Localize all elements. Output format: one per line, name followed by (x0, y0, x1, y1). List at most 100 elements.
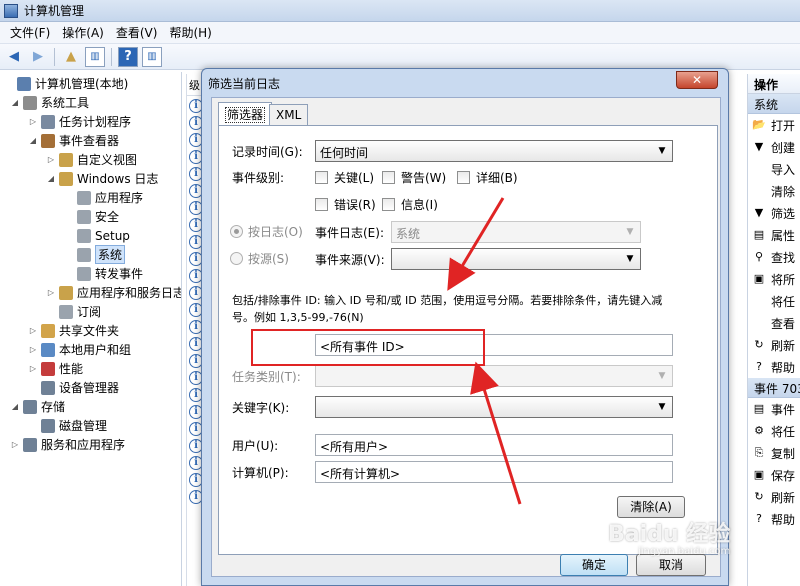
help-icon[interactable]: ? (118, 46, 138, 67)
action-item[interactable]: ▤ 属性 (748, 224, 800, 246)
menu-view[interactable]: 查看(V) (110, 22, 164, 43)
tree-expander-icon[interactable]: ▷ (28, 345, 38, 354)
tree-item[interactable]: 设备管理器 (28, 378, 119, 397)
tree-expander-icon[interactable]: ◢ (10, 402, 20, 411)
action-item[interactable]: 📂 打开 (748, 114, 800, 136)
tree-expander-icon[interactable]: ◢ (46, 174, 56, 183)
tree-expander-icon[interactable]: ▷ (46, 155, 56, 164)
keywords-dropdown[interactable]: ▼ (315, 396, 673, 418)
action-item[interactable]: 将任 (748, 290, 800, 312)
tree-item[interactable]: 安全 (64, 207, 119, 226)
action-item[interactable]: ▼ 创建 (748, 136, 800, 158)
action-section-system[interactable]: 系统 (748, 94, 800, 114)
action-item[interactable]: ? 帮助 (748, 356, 800, 378)
action-item[interactable]: ↻ 刷新 (748, 334, 800, 356)
tab-filter[interactable]: 筛选器 (218, 102, 273, 125)
ok-button[interactable]: 确定 (560, 554, 628, 576)
tree-item[interactable]: 计算机管理(本地) (4, 74, 128, 93)
tree-node-icon (41, 323, 55, 338)
checkbox-critical[interactable]: 关键(L) (315, 169, 374, 186)
show-hide-tree-icon[interactable]: ▥ (85, 46, 105, 67)
tree-expander-icon[interactable]: ▷ (46, 288, 56, 297)
computer-input[interactable]: <所有计算机> (315, 461, 673, 483)
tree-item[interactable]: Setup (64, 226, 130, 245)
show-hide-action-pane-icon[interactable]: ▥ (142, 46, 162, 67)
clear-button[interactable]: 清除(A) (617, 496, 685, 518)
action-item[interactable]: ↻ 刷新 (748, 486, 800, 508)
menu-file[interactable]: 文件(F) (4, 22, 56, 43)
action-icon: ⎘ (754, 446, 764, 459)
checkbox-warning[interactable]: 警告(W) (382, 169, 446, 186)
action-item[interactable]: ▣ 保存 (748, 464, 800, 486)
radio-by-source[interactable]: 按源(S) (230, 250, 289, 267)
toolbar-separator (54, 47, 55, 66)
window-titlebar: 计算机管理 (0, 0, 800, 22)
task-category-dropdown[interactable]: ▼ (315, 365, 673, 387)
tree-item[interactable]: 转发事件 (64, 264, 143, 283)
tree-item[interactable]: ◢ 系统工具 (10, 93, 89, 112)
tree-item[interactable]: ▷ 自定义视图 (46, 150, 137, 169)
tree-expander-icon[interactable]: ◢ (28, 136, 38, 145)
checkbox-verbose[interactable]: 详细(B) (457, 169, 518, 186)
tree-item[interactable]: 系统 (64, 245, 126, 264)
action-icon: ▣ (753, 468, 765, 481)
action-section-event[interactable]: 事件 703 (748, 378, 800, 398)
event-sources-dropdown[interactable]: ▼ (391, 248, 641, 270)
action-item[interactable]: ▤ 事件 (748, 398, 800, 420)
checkbox-information[interactable]: 信息(I) (382, 196, 438, 213)
tree-item[interactable]: ◢ 事件查看器 (28, 131, 119, 150)
task-category-label: 任务类别(T): (232, 370, 301, 384)
action-item[interactable]: ⚲ 查找 (748, 246, 800, 268)
tree-expander-icon[interactable]: ◢ (10, 98, 20, 107)
action-item[interactable]: ? 帮助 (748, 508, 800, 530)
tree-item[interactable]: ▷ 性能 (28, 359, 83, 378)
checkbox-error[interactable]: 错误(R) (315, 196, 376, 213)
action-icon: ↻ (754, 338, 764, 351)
tree-expander-icon[interactable]: ▷ (28, 364, 38, 373)
forward-arrow-icon[interactable]: ▶ (28, 47, 48, 67)
tab-xml[interactable]: XML (269, 104, 309, 125)
tree-item[interactable]: 应用程序 (64, 188, 143, 207)
tree-expander-icon[interactable]: ▷ (28, 117, 38, 126)
action-item[interactable]: ▼ 筛选 (748, 202, 800, 224)
action-icon (752, 294, 766, 308)
menu-help[interactable]: 帮助(H) (163, 22, 217, 43)
tree-item[interactable]: ▷ 服务和应用程序 (10, 435, 125, 454)
action-item[interactable]: 导入 (748, 158, 800, 180)
tree-item[interactable]: ▷ 共享文件夹 (28, 321, 119, 340)
user-input[interactable]: <所有用户> (315, 434, 673, 456)
checkbox-error-label: 错误(R) (334, 198, 376, 212)
back-arrow-icon[interactable]: ◀ (4, 47, 24, 67)
tree-item[interactable]: ◢ 存储 (10, 397, 65, 416)
radio-by-source-label: 按源(S) (248, 252, 289, 266)
logged-dropdown[interactable]: 任何时间 ▼ (315, 140, 673, 162)
action-item-label: 刷新 (771, 490, 796, 505)
tree-item[interactable]: 订阅 (46, 302, 101, 321)
tree-expander-icon[interactable]: ▷ (28, 326, 38, 335)
tree-item[interactable]: ▷ 应用程序和服务日志 (46, 283, 181, 302)
tree-item[interactable]: ◢ Windows 日志 (46, 169, 158, 188)
action-item[interactable]: 清除 (748, 180, 800, 202)
action-item[interactable]: 查看 (748, 312, 800, 334)
tree-item[interactable]: ▷ 任务计划程序 (28, 112, 131, 131)
radio-by-log[interactable]: 按日志(O) (230, 223, 303, 240)
action-item[interactable]: ⎘ 复制 (748, 442, 800, 464)
action-item[interactable]: ▣ 将所 (748, 268, 800, 290)
annotation-highlight-box (251, 329, 485, 366)
dialog-close-button[interactable]: ✕ (676, 71, 718, 89)
chevron-down-icon: ▼ (658, 146, 666, 156)
tree-node-icon (59, 285, 73, 300)
cancel-button[interactable]: 取消 (636, 554, 706, 576)
tree-item-label: 事件查看器 (59, 134, 120, 148)
tree-item-label: Setup (95, 228, 130, 243)
tree-expander-icon[interactable]: ▷ (10, 440, 20, 449)
checkbox-box (315, 171, 328, 184)
menu-action[interactable]: 操作(A) (56, 22, 110, 43)
close-icon: ✕ (691, 73, 703, 87)
event-logs-dropdown[interactable]: 系统 ▼ (391, 221, 641, 243)
tree-item[interactable]: 磁盘管理 (28, 416, 107, 435)
action-item[interactable]: ⚙ 将任 (748, 420, 800, 442)
radio-dot (230, 225, 243, 238)
up-folder-icon[interactable]: ▲ (61, 47, 81, 67)
tree-item[interactable]: ▷ 本地用户和组 (28, 340, 131, 359)
